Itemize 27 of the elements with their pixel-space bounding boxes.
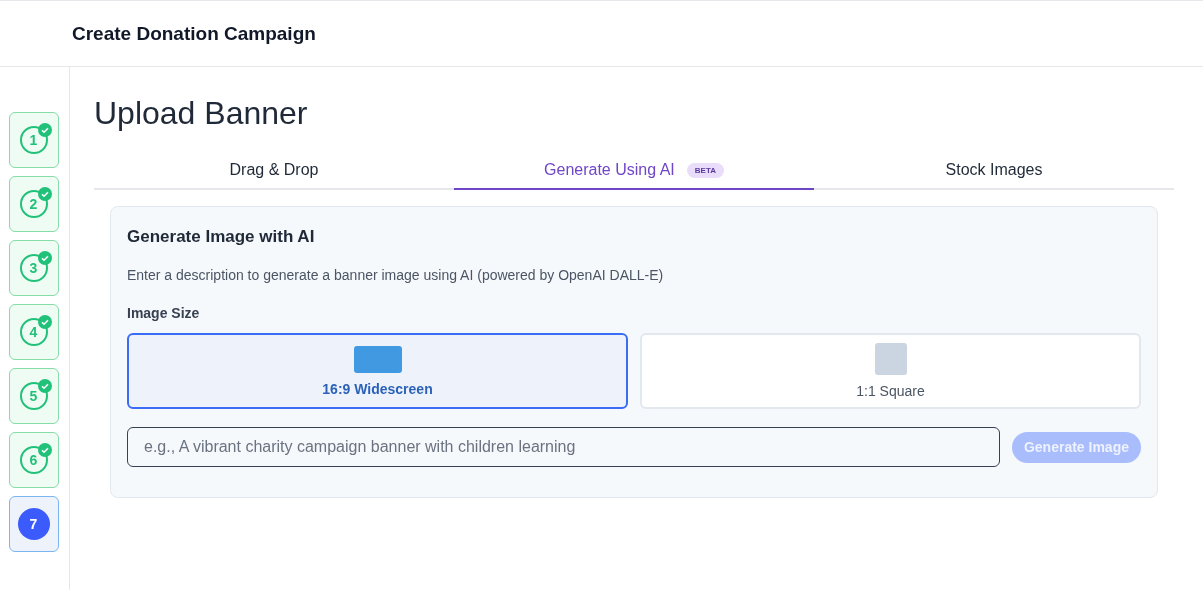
image-size-label: Image Size xyxy=(127,305,201,321)
step-item[interactable]: 7 xyxy=(8,496,59,552)
page-title: Upload Banner xyxy=(94,95,309,132)
panel-title: Generate Image with AI xyxy=(127,227,316,247)
check-icon xyxy=(37,379,52,393)
check-icon xyxy=(37,315,52,329)
step-item[interactable]: 5 xyxy=(8,368,59,424)
step-item[interactable]: 3 xyxy=(8,240,59,296)
widescreen-icon xyxy=(353,345,402,373)
prompt-input[interactable]: e.g., A vibrant charity campaign banner with children learning xyxy=(127,427,1000,467)
panel-description: Enter a description to generate a banner image using AI (powered by OpenAI DALL-E) xyxy=(127,267,665,283)
step-item[interactable]: 2 xyxy=(8,176,59,232)
size-option[interactable]: 1:1 Square xyxy=(640,333,1141,409)
check-icon xyxy=(37,123,52,137)
tab[interactable]: Stock Images xyxy=(814,152,1174,190)
step-item[interactable]: 6 xyxy=(8,432,59,488)
check-icon xyxy=(37,443,52,457)
square-icon xyxy=(874,343,907,375)
beta-badge: BETA xyxy=(686,162,724,178)
page-header-title: Create Donation Campaign xyxy=(72,22,316,45)
step-item[interactable]: 1 xyxy=(8,112,59,168)
tab[interactable]: Generate Using AI BETA xyxy=(454,152,814,190)
tab[interactable]: Drag & Drop xyxy=(94,152,454,190)
check-icon xyxy=(37,187,52,201)
step-item[interactable]: 4 xyxy=(8,304,59,360)
check-icon xyxy=(37,251,52,265)
size-option[interactable]: 16:9 Widescreen xyxy=(127,333,628,409)
